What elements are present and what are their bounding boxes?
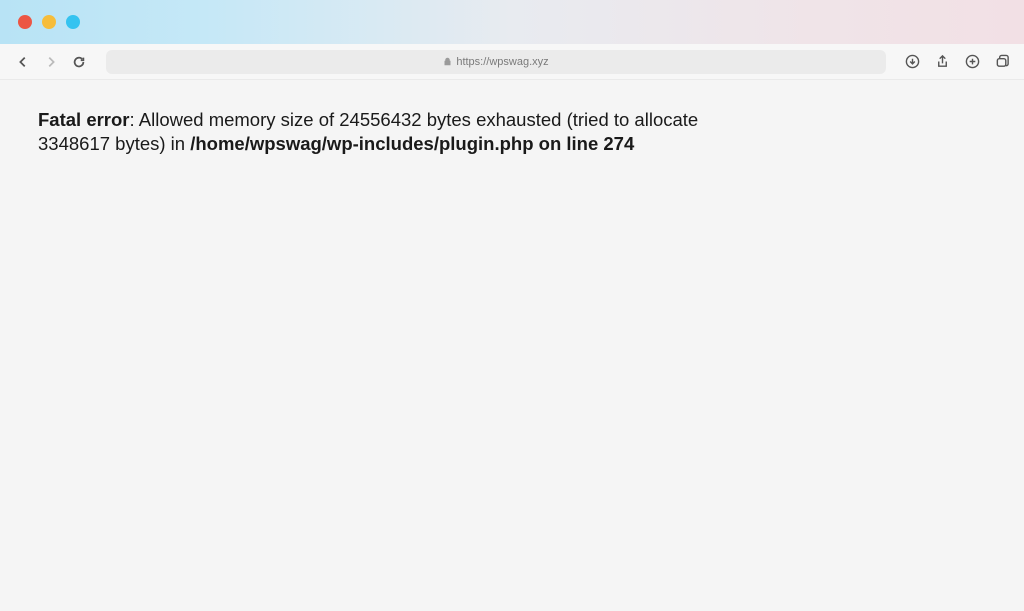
forward-button[interactable] <box>40 51 62 73</box>
address-bar[interactable]: https://wpswag.xyz <box>106 50 886 74</box>
tab-overview-button[interactable] <box>992 52 1012 72</box>
browser-toolbar: https://wpswag.xyz <box>0 44 1024 80</box>
plus-circle-icon <box>965 54 980 69</box>
window-controls <box>18 15 80 29</box>
lock-icon <box>443 57 452 66</box>
close-window-button[interactable] <box>18 15 32 29</box>
minimize-window-button[interactable] <box>42 15 56 29</box>
error-message: Fatal error: Allowed memory size of 2455… <box>38 108 762 156</box>
new-tab-button[interactable] <box>962 52 982 72</box>
chevron-right-icon <box>44 55 58 69</box>
download-circle-icon <box>905 54 920 69</box>
page-content: Fatal error: Allowed memory size of 2455… <box>0 80 800 184</box>
url-text: https://wpswag.xyz <box>456 56 548 68</box>
error-file-info: /home/wpswag/wp-includes/plugin.php on l… <box>190 133 634 154</box>
share-icon <box>935 54 950 69</box>
tabs-icon <box>995 54 1010 69</box>
title-bar <box>0 0 1024 44</box>
maximize-window-button[interactable] <box>66 15 80 29</box>
chevron-left-icon <box>16 55 30 69</box>
browser-chrome: https://wpswag.xyz <box>0 0 1024 80</box>
error-label: Fatal error <box>38 109 130 130</box>
download-button[interactable] <box>902 52 922 72</box>
share-button[interactable] <box>932 52 952 72</box>
reload-button[interactable] <box>68 51 90 73</box>
reload-icon <box>72 55 86 69</box>
back-button[interactable] <box>12 51 34 73</box>
toolbar-actions <box>902 52 1012 72</box>
